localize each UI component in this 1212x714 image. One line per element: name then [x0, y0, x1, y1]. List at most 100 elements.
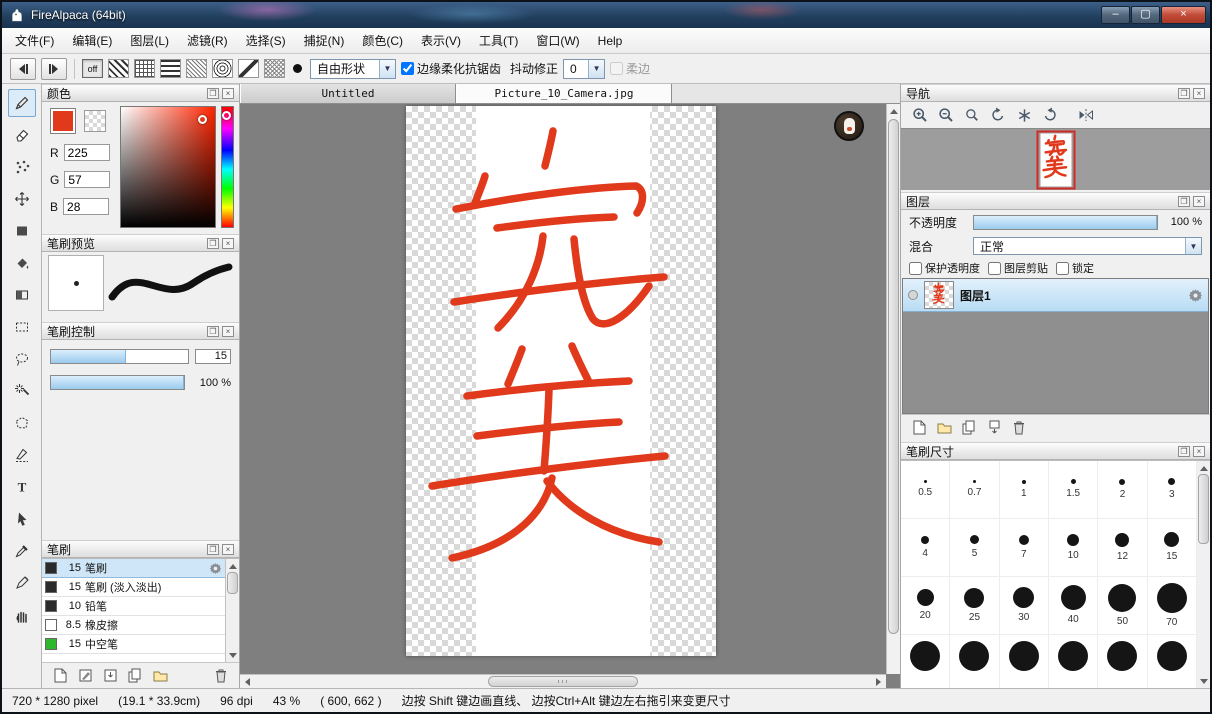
pattern-horizontal-lines-button[interactable] — [160, 59, 181, 78]
stabilizer-dropdown[interactable]: 0 ▼ — [563, 59, 605, 79]
zoom-reset-icon[interactable] — [963, 106, 981, 124]
next-button[interactable] — [41, 58, 67, 80]
scroll-left-icon[interactable] — [240, 675, 253, 688]
brush-size-cell[interactable] — [901, 635, 950, 688]
close-button[interactable]: × — [1161, 6, 1206, 24]
brush-tip-dot-icon[interactable] — [293, 64, 302, 73]
brush-size-cell[interactable]: 70 — [1148, 577, 1197, 635]
brush-list-scrollbar[interactable] — [226, 559, 239, 662]
canvas-viewport[interactable] — [240, 104, 886, 674]
brush-size-cell[interactable]: 50 — [1098, 577, 1147, 635]
eyedropper-tool-icon[interactable] — [8, 537, 36, 565]
delete-layer-icon[interactable] — [1011, 420, 1027, 436]
flip-horizontal-icon[interactable] — [1077, 106, 1095, 124]
hand-tool-icon[interactable] — [8, 601, 36, 629]
brush-size-cell[interactable]: 30 — [1000, 577, 1049, 635]
document-canvas[interactable] — [406, 106, 716, 656]
panel-float-icon[interactable]: ❐ — [207, 238, 219, 249]
hue-slider[interactable] — [221, 106, 234, 228]
smudge-tool-icon[interactable] — [8, 153, 36, 181]
brush-list-item[interactable]: 15笔刷 — [42, 559, 225, 578]
brush-tool-icon[interactable] — [8, 89, 36, 117]
scroll-thumb[interactable] — [888, 119, 899, 634]
pattern-diagonal-stripes-button[interactable] — [108, 59, 129, 78]
green-value-field[interactable] — [64, 171, 110, 188]
scroll-down-icon[interactable] — [1197, 676, 1210, 688]
brush-size-slider[interactable] — [50, 349, 189, 364]
panel-float-icon[interactable]: ❐ — [207, 326, 219, 337]
save-brush-icon[interactable] — [102, 668, 118, 684]
edit-brush-icon[interactable] — [77, 668, 93, 684]
minimize-button[interactable]: – — [1101, 6, 1130, 24]
scroll-down-icon[interactable] — [226, 650, 239, 662]
add-brush-icon[interactable] — [52, 668, 68, 684]
blue-value-field[interactable] — [63, 198, 109, 215]
alpaca-mascot-icon[interactable] — [834, 111, 864, 141]
shape-tool-icon[interactable] — [8, 217, 36, 245]
pattern-off-button[interactable]: off — [82, 59, 103, 78]
brush-size-cell[interactable] — [1000, 635, 1049, 688]
brush-size-cell[interactable]: 15 — [1148, 519, 1197, 577]
lasso-tool-icon[interactable] — [8, 345, 36, 373]
clipping-checkbox[interactable]: 图层剪贴 — [988, 260, 1048, 276]
menu-item[interactable]: 捕捉(N) — [295, 28, 354, 53]
navigator-view[interactable] — [901, 128, 1210, 190]
panel-float-icon[interactable]: ❐ — [207, 544, 219, 555]
zoom-in-icon[interactable] — [911, 106, 929, 124]
pattern-diagonal-line-button[interactable] — [238, 59, 259, 78]
scroll-thumb[interactable] — [227, 572, 238, 594]
canvas-tab[interactable]: Picture_10_Camera.jpg — [456, 84, 672, 103]
object-select-tool-icon[interactable] — [8, 505, 36, 533]
magic-wand-tool-icon[interactable] — [8, 377, 36, 405]
panel-close-icon[interactable]: × — [222, 326, 234, 337]
rotate-cw-icon[interactable] — [1041, 106, 1059, 124]
brush-size-cell[interactable]: 2 — [1098, 461, 1147, 519]
menu-item[interactable]: 文件(F) — [6, 28, 63, 53]
scroll-thumb[interactable] — [488, 676, 638, 687]
canvas-drawing[interactable] — [406, 106, 716, 656]
panel-close-icon[interactable]: × — [1193, 196, 1205, 207]
brush-list-item[interactable]: 10铅笔 — [42, 597, 225, 616]
panel-close-icon[interactable]: × — [222, 88, 234, 99]
brush-list-item[interactable]: 15笔刷 (淡入淡出) — [42, 578, 225, 597]
brush-size-cell[interactable]: 1.5 — [1049, 461, 1098, 519]
panel-close-icon[interactable]: × — [1193, 88, 1205, 99]
brush-size-cell[interactable]: 5 — [950, 519, 999, 577]
shape-dropdown[interactable]: 自由形状 ▼ — [310, 59, 396, 79]
brush-size-cell[interactable]: 0.5 — [901, 461, 950, 519]
brush-settings-gear-icon[interactable] — [209, 562, 222, 575]
brush-size-cell[interactable] — [1098, 635, 1147, 688]
brush-size-cell[interactable] — [950, 635, 999, 688]
canvas-horizontal-scrollbar[interactable] — [240, 674, 886, 688]
layer-visibility-icon[interactable] — [908, 290, 918, 300]
antialias-checkbox[interactable]: 边缘柔化抗锯齿 — [401, 60, 501, 77]
brush-size-cell[interactable]: 20 — [901, 577, 950, 635]
red-value-field[interactable] — [64, 144, 110, 161]
brush-size-cell[interactable]: 3 — [1148, 461, 1197, 519]
rotate-reset-icon[interactable] — [1015, 106, 1033, 124]
duplicate-brush-icon[interactable] — [127, 668, 143, 684]
menu-item[interactable]: 窗口(W) — [527, 28, 588, 53]
select-pen-tool-icon[interactable] — [8, 441, 36, 469]
brush-list-item[interactable]: 15中空笔 — [42, 635, 225, 654]
brush-size-cell[interactable]: 12 — [1098, 519, 1147, 577]
new-layer-icon[interactable] — [911, 420, 927, 436]
brush-size-cell[interactable]: 4 — [901, 519, 950, 577]
pattern-fine-hatch-button[interactable] — [186, 59, 207, 78]
layer-settings-gear-icon[interactable] — [1188, 288, 1203, 303]
brush-size-cell[interactable]: 1 — [1000, 461, 1049, 519]
brush-list-item[interactable]: 8.5橡皮擦 — [42, 616, 225, 635]
transparent-color-swatch[interactable] — [84, 110, 106, 132]
scroll-up-icon[interactable] — [1197, 461, 1210, 473]
menu-item[interactable]: 工具(T) — [470, 28, 527, 53]
hue-cursor[interactable] — [222, 111, 231, 120]
move-tool-icon[interactable] — [8, 185, 36, 213]
pattern-rings-button[interactable] — [212, 59, 233, 78]
brush-size-cell[interactable]: 25 — [950, 577, 999, 635]
panel-float-icon[interactable]: ❐ — [1178, 446, 1190, 457]
pattern-mesh-button[interactable] — [264, 59, 285, 78]
sv-cursor[interactable] — [198, 115, 207, 124]
delete-brush-icon[interactable] — [213, 668, 229, 684]
clipping-input[interactable] — [988, 262, 1001, 275]
menu-item[interactable]: 图层(L) — [121, 28, 178, 53]
